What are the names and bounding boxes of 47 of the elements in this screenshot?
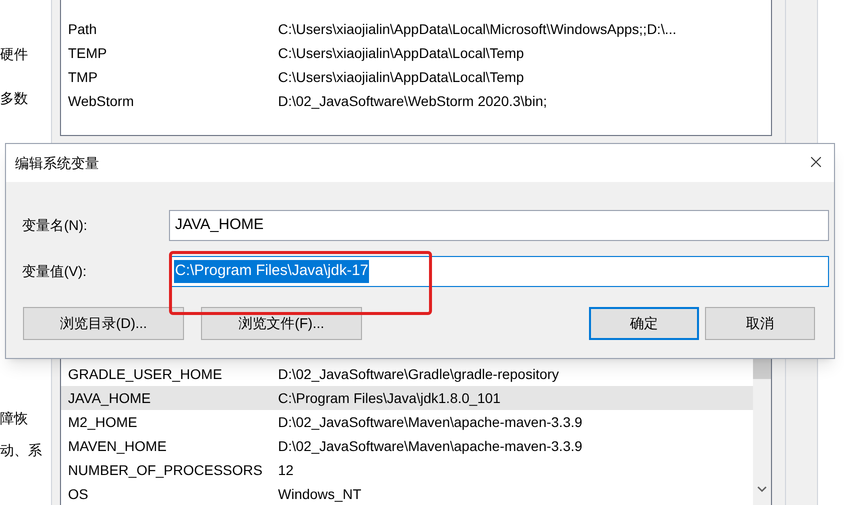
variable-row[interactable]: MAVEN_HOME D:\02_JavaSoftware\Maven\apache-maven-3.3.9	[61, 434, 753, 458]
dialog-button[interactable]: 取消	[705, 307, 815, 340]
field-label: 变量值(V):	[21, 262, 88, 281]
variable-name: JAVA_HOME	[67, 388, 152, 408]
variable-row[interactable]: TMP C:\Users\xiaojialin\AppData\Local\Temp	[61, 65, 771, 89]
input-field[interactable]: C:\Program Files\Java\jdk-17	[169, 256, 829, 287]
variable-name: TMP	[67, 68, 99, 86]
scrollbar[interactable]	[753, 359, 771, 505]
variable-row[interactable]: JAVA_HOME C:\Program Files\Java\jdk1.8.0_101	[61, 386, 753, 410]
label-fragment: 障恢	[0, 409, 28, 428]
dialog-button[interactable]: 确定	[589, 307, 699, 340]
scroll-down-icon[interactable]	[757, 486, 767, 493]
label-fragment: 多数	[0, 89, 28, 108]
variable-name: GRADLE_USER_HOME	[67, 364, 224, 384]
variable-row[interactable]: GRADLE_USER_HOME D:\02_JavaSoftware\Gradle\gradle-repository	[61, 362, 753, 386]
variable-value: C:\Users\xiaojialin\AppData\Local\Microsoft\WindowsApps;;D:\...	[278, 20, 676, 39]
variable-value: 12	[278, 460, 294, 480]
label-fragment: 动、系	[0, 441, 42, 460]
variable-value: D:\02_JavaSoftware\Maven\apache-maven-3.3.9	[278, 436, 582, 456]
dialog-button[interactable]: 浏览文件(F)...	[201, 307, 362, 340]
variable-value: D:\02_JavaSoftware\Maven\apache-maven-3.3.9	[278, 412, 582, 432]
variable-row[interactable]: M2_HOME D:\02_JavaSoftware\Maven\apache-maven-3.3.9	[61, 410, 753, 434]
variable-value: D:\02_JavaSoftware\WebStorm 2020.3\bin;	[278, 92, 548, 111]
variable-value: Windows_NT	[278, 484, 362, 504]
variable-value: C:\Program Files\Java\jdk1.8.0_101	[278, 388, 501, 408]
variable-row[interactable]: NUMBER_OF_PROCESSORS 12	[61, 458, 753, 482]
variable-row[interactable]: Path C:\Users\xiaojialin\AppData\Local\Microsoft\WindowsApps;;D:\...	[61, 17, 771, 41]
variable-name: Path	[67, 20, 98, 38]
variable-name: WebStorm	[67, 92, 135, 110]
variable-name: NUMBER_OF_PROCESSORS	[67, 460, 264, 480]
variable-row[interactable]: OS Windows_NT	[61, 482, 753, 505]
variable-name: TEMP	[67, 44, 108, 62]
input-field[interactable]: JAVA_HOME	[169, 210, 829, 241]
close-icon[interactable]	[811, 157, 821, 167]
variable-row[interactable]: WebStorm D:\02_JavaSoftware\WebStorm 2020.3\bin;	[61, 89, 771, 113]
variable-value: C:\Users\xiaojialin\AppData\Local\Temp	[278, 68, 524, 87]
variable-name: M2_HOME	[67, 412, 138, 432]
dialog-title: 编辑系统变量	[15, 154, 99, 172]
variable-name: MAVEN_HOME	[67, 436, 168, 456]
dialog-button[interactable]: 浏览目录(D)...	[23, 307, 184, 340]
label-fragment: 硬件	[0, 45, 28, 64]
variable-value: C:\Users\xiaojialin\AppData\Local\Temp	[278, 44, 524, 63]
variable-name: OS	[67, 484, 90, 504]
variable-value: D:\02_JavaSoftware\Gradle\gradle-repository	[278, 364, 559, 384]
variable-row[interactable]: TEMP C:\Users\xiaojialin\AppData\Local\Temp	[61, 41, 771, 65]
scrollbar-thumb[interactable]	[753, 359, 771, 379]
field-label: 变量名(N):	[21, 216, 88, 235]
